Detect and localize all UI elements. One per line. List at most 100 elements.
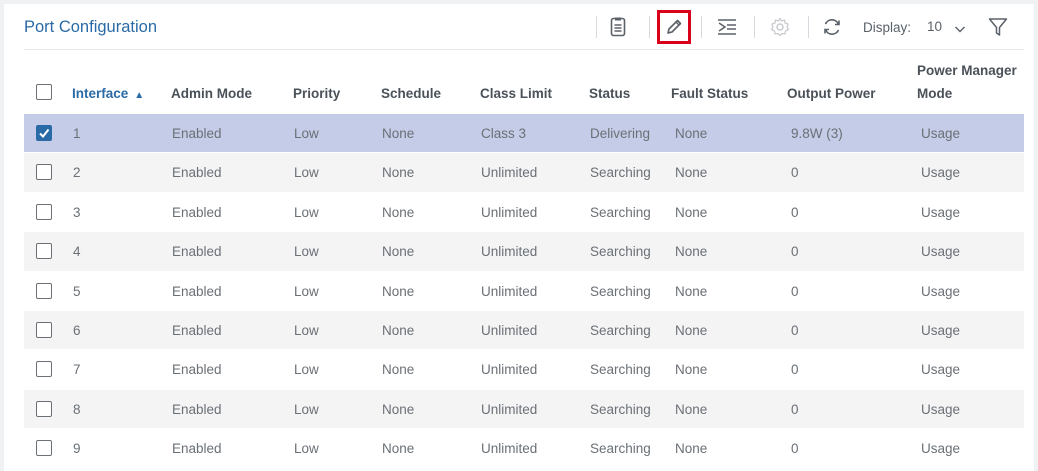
cell-output-power: 0 bbox=[791, 244, 799, 260]
table-row[interactable]: 7 Enabled Low None Unlimited Searching None 0 Us… bbox=[24, 350, 1024, 390]
document-icon[interactable] bbox=[601, 11, 635, 43]
cell-admin-mode: Enabled bbox=[172, 441, 222, 457]
cell-fault-status: None bbox=[675, 401, 708, 417]
refresh-icon[interactable] bbox=[815, 11, 849, 43]
cell-admin-mode: Enabled bbox=[172, 362, 222, 378]
cell-power-management-mode: Usage bbox=[921, 322, 961, 338]
table-row[interactable]: 6 Enabled Low None Unlimited Searching None 0 Us… bbox=[24, 310, 1024, 351]
cell-output-power: 0 bbox=[791, 401, 799, 417]
cell-priority: Low bbox=[294, 244, 319, 260]
column-header-schedule[interactable]: Schedule bbox=[381, 86, 441, 101]
row-checkbox[interactable] bbox=[36, 282, 52, 299]
cell-class-limit: Unlimited bbox=[481, 283, 538, 299]
filter-icon[interactable] bbox=[981, 11, 1015, 43]
row-checkbox[interactable] bbox=[36, 400, 52, 417]
cell-fault-status: None bbox=[675, 126, 708, 141]
cell-class-limit: Unlimited bbox=[481, 165, 538, 181]
cell-admin-mode: Enabled bbox=[172, 244, 222, 260]
column-header-priority[interactable]: Priority bbox=[293, 86, 340, 101]
column-header-fault-status[interactable]: Fault Status bbox=[671, 86, 748, 101]
cell-output-power: 0 bbox=[791, 362, 799, 378]
cell-priority: Low bbox=[294, 204, 319, 220]
cell-interface: 5 bbox=[73, 283, 81, 299]
display-count-select[interactable]: 10 bbox=[924, 15, 970, 39]
cell-status: Searching bbox=[590, 322, 651, 338]
cell-power-management-mode: Usage bbox=[921, 204, 961, 220]
table-row[interactable]: 1 Enabled Low None Class 3 Delivering None 9.8W… bbox=[24, 114, 1024, 154]
display-count-value: 10 bbox=[927, 19, 943, 34]
cell-priority: Low bbox=[294, 283, 319, 299]
cell-fault-status: None bbox=[675, 244, 708, 260]
cell-schedule: None bbox=[382, 322, 415, 338]
gear-icon[interactable] bbox=[763, 11, 797, 43]
table-row[interactable]: 3 Enabled Low None Unlimited Searching None 0 Us… bbox=[24, 193, 1024, 233]
cell-interface: 7 bbox=[73, 362, 81, 378]
row-checkbox[interactable] bbox=[36, 321, 52, 338]
cell-status: Searching bbox=[590, 441, 651, 457]
table-row[interactable]: 2 Enabled Low None Unlimited Searching None 0 Us… bbox=[24, 153, 1024, 193]
cell-power-management-mode: Usage bbox=[921, 126, 961, 141]
cell-power-management-mode: Usage bbox=[921, 362, 961, 378]
column-header-interface[interactable]: Interface ▲ bbox=[72, 86, 144, 101]
cell-class-limit: Unlimited bbox=[481, 401, 538, 417]
cell-schedule: None bbox=[382, 283, 415, 299]
cell-status: Searching bbox=[590, 362, 651, 378]
table-row[interactable]: 5 Enabled Low None Unlimited Searching None 0 Us… bbox=[24, 272, 1024, 311]
row-checkbox[interactable] bbox=[36, 203, 52, 220]
cell-interface: 9 bbox=[73, 441, 81, 457]
page-title: Port Configuration bbox=[24, 18, 157, 36]
cell-admin-mode: Enabled bbox=[172, 401, 222, 417]
cell-power-management-mode: Usage bbox=[921, 165, 961, 181]
table-row[interactable]: 9 Enabled Low None Unlimited Searching None 0 Us… bbox=[24, 429, 1024, 469]
column-header-class-limit[interactable]: Class Limit bbox=[480, 86, 552, 101]
cell-admin-mode: Enabled bbox=[172, 322, 222, 338]
cell-power-management-mode: Usage bbox=[921, 244, 961, 260]
cell-schedule: None bbox=[382, 244, 415, 260]
column-header-output-power[interactable]: Output Power bbox=[787, 86, 876, 101]
port-configuration-panel: Port Configuration Display: 10 Interface… bbox=[4, 4, 1034, 471]
cell-fault-status: None bbox=[675, 283, 708, 299]
port-table: Interface ▲ Admin Mode Priority Schedule … bbox=[24, 54, 1024, 469]
cell-schedule: None bbox=[382, 441, 415, 457]
cell-fault-status: None bbox=[675, 165, 708, 181]
cell-priority: Low bbox=[294, 126, 319, 141]
cell-class-limit: Unlimited bbox=[481, 204, 538, 220]
table-row[interactable]: 4 Enabled Low None Unlimited Searching None 0 Us… bbox=[24, 232, 1024, 272]
cell-output-power: 0 bbox=[791, 322, 799, 338]
cell-schedule: None bbox=[382, 126, 415, 141]
column-header-power-management[interactable]: Power Manager bbox=[917, 63, 1017, 78]
cell-power-management-mode: Usage bbox=[921, 283, 961, 299]
column-header-status[interactable]: Status bbox=[589, 86, 630, 101]
cell-power-management-mode: Usage bbox=[921, 441, 961, 457]
panel-header: Port Configuration Display: 10 bbox=[24, 4, 1024, 50]
table-row[interactable]: 8 Enabled Low None Unlimited Searching None 0 Us… bbox=[24, 389, 1024, 430]
toolbar-divider bbox=[649, 16, 650, 38]
edit-icon[interactable] bbox=[657, 10, 691, 44]
cell-output-power: 0 bbox=[791, 165, 799, 181]
cell-class-limit: Unlimited bbox=[481, 362, 538, 378]
cell-interface: 4 bbox=[73, 244, 81, 260]
row-checkbox[interactable] bbox=[36, 361, 52, 378]
row-checkbox[interactable] bbox=[36, 164, 52, 181]
row-checkbox[interactable] bbox=[36, 440, 52, 457]
table-body: 1 Enabled Low None Class 3 Delivering None 9.8W… bbox=[24, 114, 1024, 469]
select-all-checkbox[interactable] bbox=[36, 84, 52, 100]
cell-power-management-mode: Usage bbox=[921, 401, 961, 417]
cell-admin-mode: Enabled bbox=[172, 283, 222, 299]
row-checkbox[interactable] bbox=[36, 125, 52, 141]
cell-fault-status: None bbox=[675, 441, 708, 457]
cell-class-limit: Unlimited bbox=[481, 244, 538, 260]
cell-priority: Low bbox=[294, 165, 319, 181]
cell-schedule: None bbox=[382, 204, 415, 220]
cell-output-power: 9.8W (3) bbox=[791, 126, 843, 141]
cell-output-power: 0 bbox=[791, 283, 799, 299]
sort-ascending-icon: ▲ bbox=[134, 90, 145, 101]
chevron-down-icon bbox=[954, 21, 966, 39]
column-header-admin-mode[interactable]: Admin Mode bbox=[171, 86, 252, 101]
cell-status: Searching bbox=[590, 283, 651, 299]
cell-fault-status: None bbox=[675, 362, 708, 378]
cell-admin-mode: Enabled bbox=[172, 204, 222, 220]
column-settings-icon[interactable] bbox=[710, 11, 744, 43]
row-checkbox[interactable] bbox=[36, 243, 52, 260]
column-header-power-management-mode[interactable]: Mode bbox=[917, 86, 952, 101]
